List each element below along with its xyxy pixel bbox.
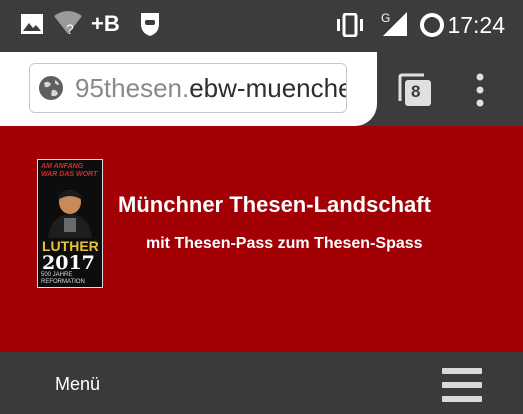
globe-icon xyxy=(38,75,64,106)
nav-bar[interactable]: Menü xyxy=(0,352,523,414)
url-text: 95thesen.ebw-muenchen xyxy=(75,73,347,104)
address-bar[interactable]: 95thesen.ebw-muenchen xyxy=(29,63,347,113)
tab-count: 8 xyxy=(411,82,421,101)
site-header: AM ANFANG WAR DAS WORT LUTHER 2017 500 J… xyxy=(0,126,523,352)
sync-icon xyxy=(419,12,445,43)
shield-icon xyxy=(139,11,161,42)
overflow-menu-icon[interactable] xyxy=(468,69,492,111)
luther-2017-logo[interactable]: AM ANFANG WAR DAS WORT LUTHER 2017 500 J… xyxy=(37,159,103,288)
svg-text:?: ? xyxy=(66,21,74,36)
clock: 17:24 xyxy=(447,12,505,38)
browser-toolbar: 95thesen.ebw-muenchen 8 xyxy=(0,52,523,126)
status-bar: ? +B G 17:24 xyxy=(0,0,523,52)
site-subtitle: mit Thesen-Pass zum Thesen-Spass xyxy=(146,235,423,252)
url-prefix: 95thesen. xyxy=(75,73,190,103)
mobile-signal-icon: G xyxy=(379,10,411,43)
luther-portrait-icon xyxy=(48,190,92,238)
signal-label: +B xyxy=(91,11,120,36)
logo-year: 2017 xyxy=(42,252,95,274)
site-title[interactable]: Münchner Thesen-Landschaft xyxy=(118,192,431,218)
logo-subtitle: 500 JAHRE REFORMATION xyxy=(41,272,85,285)
network-badge: G xyxy=(381,11,390,25)
url-domain: ebw-muenche xyxy=(189,73,347,103)
logo-tagline: AM ANFANG WAR DAS WORT xyxy=(41,163,98,178)
menu-label[interactable]: Menü xyxy=(55,374,100,395)
image-notification-icon xyxy=(20,12,44,41)
vibrate-icon xyxy=(335,12,365,42)
tab-switcher-button[interactable]: 8 xyxy=(396,71,434,109)
wifi-question-icon: ? xyxy=(52,10,84,41)
hamburger-menu-icon[interactable] xyxy=(442,368,482,402)
url-card: 95thesen.ebw-muenchen xyxy=(0,52,377,126)
